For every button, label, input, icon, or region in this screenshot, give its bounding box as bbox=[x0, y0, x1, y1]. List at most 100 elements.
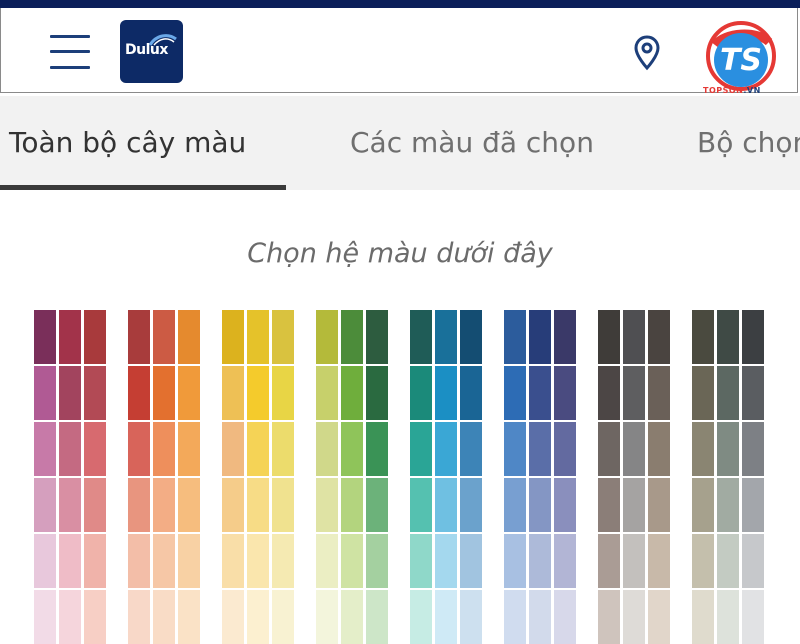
color-swatch-blue[interactable] bbox=[554, 534, 576, 588]
color-swatch-neutral-grey[interactable] bbox=[692, 366, 714, 420]
color-swatch-red-purple[interactable] bbox=[84, 590, 106, 644]
color-swatch-neutral-dark[interactable] bbox=[598, 534, 620, 588]
color-swatch-blue[interactable] bbox=[529, 534, 551, 588]
color-swatch-red-purple[interactable] bbox=[84, 366, 106, 420]
dulux-logo[interactable]: Dulux bbox=[120, 20, 183, 83]
color-swatch-teal[interactable] bbox=[435, 366, 457, 420]
tab-selected-colors[interactable]: Các màu đã chọn bbox=[350, 126, 594, 159]
color-swatch-yellow[interactable] bbox=[247, 422, 269, 476]
color-swatch-yellow[interactable] bbox=[272, 478, 294, 532]
color-swatch-neutral-dark[interactable] bbox=[598, 366, 620, 420]
color-swatch-yellow[interactable] bbox=[222, 366, 244, 420]
color-swatch-red-purple[interactable] bbox=[34, 478, 56, 532]
color-swatch-neutral-dark[interactable] bbox=[598, 478, 620, 532]
color-swatch-blue[interactable] bbox=[504, 590, 526, 644]
color-swatch-red-purple[interactable] bbox=[34, 590, 56, 644]
color-swatch-neutral-dark[interactable] bbox=[648, 310, 670, 364]
color-swatch-red-orange[interactable] bbox=[178, 422, 200, 476]
color-swatch-neutral-grey[interactable] bbox=[692, 478, 714, 532]
color-swatch-neutral-grey[interactable] bbox=[717, 422, 739, 476]
color-swatch-blue[interactable] bbox=[504, 534, 526, 588]
color-swatch-red-purple[interactable] bbox=[84, 478, 106, 532]
color-swatch-yellow[interactable] bbox=[247, 534, 269, 588]
color-swatch-teal[interactable] bbox=[410, 422, 432, 476]
color-swatch-red-orange[interactable] bbox=[128, 310, 150, 364]
color-swatch-green[interactable] bbox=[316, 366, 338, 420]
color-swatch-red-purple[interactable] bbox=[84, 310, 106, 364]
color-swatch-yellow[interactable] bbox=[222, 590, 244, 644]
color-swatch-red-orange[interactable] bbox=[128, 366, 150, 420]
color-swatch-red-purple[interactable] bbox=[59, 422, 81, 476]
color-swatch-yellow[interactable] bbox=[222, 534, 244, 588]
color-swatch-red-purple[interactable] bbox=[84, 422, 106, 476]
color-swatch-neutral-grey[interactable] bbox=[692, 422, 714, 476]
color-swatch-red-orange[interactable] bbox=[153, 366, 175, 420]
color-swatch-neutral-grey[interactable] bbox=[717, 590, 739, 644]
color-swatch-red-orange[interactable] bbox=[178, 366, 200, 420]
color-swatch-red-orange[interactable] bbox=[153, 534, 175, 588]
color-swatch-yellow[interactable] bbox=[247, 310, 269, 364]
color-swatch-red-purple[interactable] bbox=[34, 310, 56, 364]
color-swatch-blue[interactable] bbox=[504, 310, 526, 364]
color-swatch-teal[interactable] bbox=[435, 478, 457, 532]
color-swatch-neutral-dark[interactable] bbox=[598, 310, 620, 364]
color-swatch-red-purple[interactable] bbox=[34, 534, 56, 588]
color-swatch-red-orange[interactable] bbox=[153, 422, 175, 476]
color-swatch-neutral-dark[interactable] bbox=[648, 478, 670, 532]
color-swatch-yellow[interactable] bbox=[272, 366, 294, 420]
color-swatch-teal[interactable] bbox=[410, 366, 432, 420]
color-swatch-green[interactable] bbox=[341, 366, 363, 420]
color-swatch-blue[interactable] bbox=[529, 310, 551, 364]
color-swatch-red-purple[interactable] bbox=[34, 422, 56, 476]
color-swatch-red-orange[interactable] bbox=[128, 478, 150, 532]
color-swatch-red-orange[interactable] bbox=[128, 590, 150, 644]
color-swatch-blue[interactable] bbox=[554, 422, 576, 476]
color-swatch-yellow[interactable] bbox=[272, 422, 294, 476]
color-swatch-yellow[interactable] bbox=[222, 478, 244, 532]
color-swatch-neutral-dark[interactable] bbox=[623, 366, 645, 420]
color-swatch-neutral-grey[interactable] bbox=[742, 422, 764, 476]
color-swatch-neutral-grey[interactable] bbox=[717, 366, 739, 420]
color-swatch-teal[interactable] bbox=[410, 534, 432, 588]
color-swatch-neutral-grey[interactable] bbox=[742, 310, 764, 364]
color-swatch-neutral-dark[interactable] bbox=[648, 534, 670, 588]
color-swatch-green[interactable] bbox=[341, 534, 363, 588]
hamburger-menu-button[interactable] bbox=[50, 33, 90, 71]
color-swatch-blue[interactable] bbox=[554, 366, 576, 420]
color-swatch-blue[interactable] bbox=[504, 366, 526, 420]
color-swatch-green[interactable] bbox=[341, 590, 363, 644]
color-swatch-teal[interactable] bbox=[460, 478, 482, 532]
color-swatch-red-purple[interactable] bbox=[59, 590, 81, 644]
color-swatch-red-orange[interactable] bbox=[178, 534, 200, 588]
color-swatch-neutral-grey[interactable] bbox=[692, 310, 714, 364]
color-swatch-yellow[interactable] bbox=[272, 534, 294, 588]
color-swatch-yellow[interactable] bbox=[247, 590, 269, 644]
color-swatch-teal[interactable] bbox=[435, 534, 457, 588]
tab-all-colors[interactable]: Toàn bộ cây màu bbox=[9, 126, 246, 159]
color-swatch-red-orange[interactable] bbox=[153, 478, 175, 532]
color-swatch-neutral-dark[interactable] bbox=[598, 590, 620, 644]
color-swatch-yellow[interactable] bbox=[222, 310, 244, 364]
color-swatch-neutral-grey[interactable] bbox=[692, 590, 714, 644]
color-swatch-neutral-dark[interactable] bbox=[648, 366, 670, 420]
color-swatch-neutral-grey[interactable] bbox=[742, 590, 764, 644]
color-swatch-blue[interactable] bbox=[504, 422, 526, 476]
color-swatch-green[interactable] bbox=[341, 422, 363, 476]
color-swatch-green[interactable] bbox=[316, 590, 338, 644]
color-swatch-green[interactable] bbox=[316, 534, 338, 588]
color-swatch-blue[interactable] bbox=[554, 310, 576, 364]
color-swatch-yellow[interactable] bbox=[247, 366, 269, 420]
color-swatch-teal[interactable] bbox=[410, 310, 432, 364]
color-swatch-blue[interactable] bbox=[529, 590, 551, 644]
color-swatch-yellow[interactable] bbox=[247, 478, 269, 532]
color-swatch-red-purple[interactable] bbox=[59, 534, 81, 588]
color-swatch-teal[interactable] bbox=[410, 478, 432, 532]
color-swatch-neutral-grey[interactable] bbox=[692, 534, 714, 588]
color-swatch-red-purple[interactable] bbox=[84, 534, 106, 588]
color-swatch-green[interactable] bbox=[341, 478, 363, 532]
color-swatch-yellow[interactable] bbox=[272, 310, 294, 364]
color-swatch-neutral-grey[interactable] bbox=[717, 534, 739, 588]
color-swatch-neutral-grey[interactable] bbox=[742, 366, 764, 420]
color-swatch-red-orange[interactable] bbox=[128, 534, 150, 588]
color-swatch-neutral-dark[interactable] bbox=[623, 590, 645, 644]
